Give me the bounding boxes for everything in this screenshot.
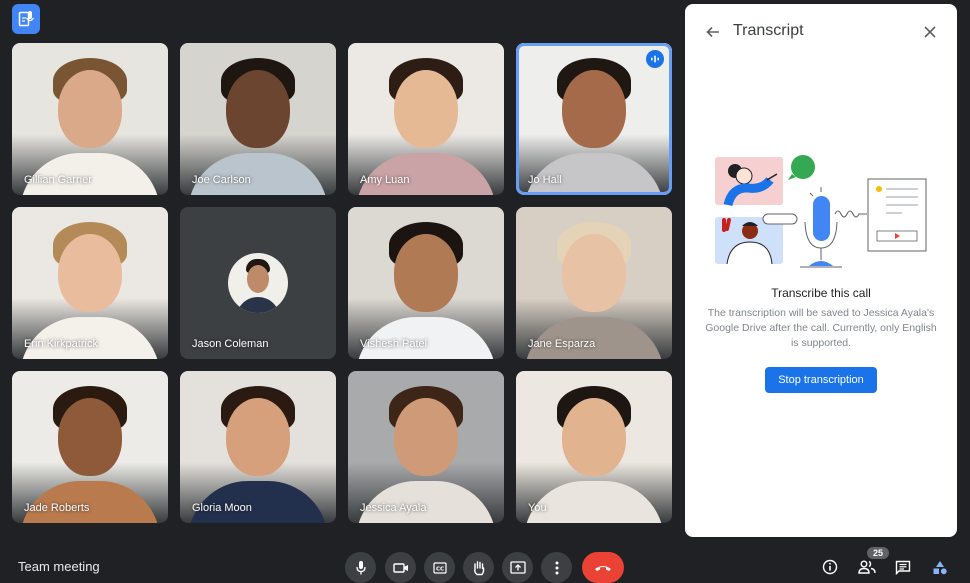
panel-heading: Transcribe this call [771, 286, 871, 300]
info-icon [822, 559, 838, 575]
panel-title: Transcript [733, 22, 804, 39]
participant-video-face [58, 398, 122, 477]
speaking-indicator-icon [646, 50, 664, 68]
arrow-back-icon [706, 26, 719, 38]
participant-avatar [228, 253, 288, 313]
participant-video-face [226, 398, 290, 477]
panel-header: Transcript [685, 18, 957, 46]
back-button[interactable] [701, 20, 725, 44]
stop-transcription-button[interactable]: Stop transcription [765, 367, 877, 393]
camera-button[interactable] [385, 552, 416, 583]
participant-name: Amy Luan [360, 174, 410, 186]
participant-video-face [562, 70, 626, 149]
participant-video-face [394, 234, 458, 313]
participant-video-face [394, 70, 458, 149]
participant-name: Erin Kirkpatrick [24, 338, 98, 350]
transcription-illustration [715, 155, 927, 268]
raise-hand-button[interactable] [463, 552, 494, 583]
phone-hangup-icon [595, 565, 611, 571]
participant-video-face [394, 398, 458, 477]
participant-name: Gloria Moon [192, 502, 252, 514]
participant-tile[interactable]: Vishesh Patel [348, 207, 504, 359]
participant-video-face [226, 70, 290, 149]
microphone-button[interactable] [345, 552, 376, 583]
participant-name: Jo Hall [528, 174, 562, 186]
close-panel-button[interactable] [918, 20, 942, 44]
more-vert-icon [555, 561, 558, 574]
close-icon [924, 26, 936, 38]
participant-tile[interactable]: Jessica Ayala [348, 371, 504, 523]
end-call-button[interactable] [582, 552, 624, 583]
more-options-button[interactable] [541, 552, 572, 583]
meeting-name: Team meeting [18, 559, 100, 574]
participant-tile[interactable]: Jo Hall [516, 43, 672, 195]
transcript-indicator-button[interactable] [12, 4, 40, 34]
chat-button[interactable] [892, 557, 914, 577]
people-button[interactable] [856, 557, 878, 577]
participant-tile[interactable]: Gloria Moon [180, 371, 336, 523]
hand-icon [473, 560, 484, 575]
transcript-icon [18, 11, 34, 27]
camera-icon [392, 562, 408, 573]
participant-name: Jessica Ayala [360, 502, 427, 514]
svg-text:CC: CC [436, 566, 444, 572]
participant-name: Jane Esparza [528, 338, 596, 350]
participant-tile[interactable]: Joe Carlson [180, 43, 336, 195]
activities-icon [933, 560, 947, 574]
participant-name: Gillian Garner [24, 174, 92, 186]
activities-button[interactable] [929, 557, 951, 577]
captions-icon: CC [432, 561, 447, 574]
people-icon [858, 560, 876, 574]
present-button[interactable] [502, 552, 533, 583]
participant-video-face [58, 70, 122, 149]
microphone-icon [355, 560, 366, 574]
participant-video-face [562, 234, 626, 313]
participant-name: Vishesh Patel [360, 338, 428, 350]
participants-count-badge: 25 [867, 547, 889, 559]
participant-tile[interactable]: You [516, 371, 672, 523]
participant-video-face [58, 234, 122, 313]
meeting-details-button[interactable] [819, 557, 841, 577]
participant-name: Jade Roberts [24, 502, 90, 514]
panel-description: The transcription will be saved to Jessi… [705, 307, 937, 349]
participant-tile[interactable]: Jane Esparza [516, 207, 672, 359]
participant-name: You [528, 502, 547, 514]
participant-tile[interactable]: Jade Roberts [12, 371, 168, 523]
participant-tile[interactable]: Amy Luan [348, 43, 504, 195]
participant-tile[interactable]: Erin Kirkpatrick [12, 207, 168, 359]
transcript-panel: Transcript Transcribe this call The tran… [685, 4, 957, 537]
chat-icon [895, 560, 911, 575]
participant-video-face [562, 398, 626, 477]
present-icon [509, 561, 526, 574]
captions-button[interactable]: CC [424, 552, 455, 583]
participant-tile[interactable]: Gillian Garner [12, 43, 168, 195]
participant-name: Jason Coleman [192, 338, 269, 350]
participant-name: Joe Carlson [192, 174, 251, 186]
participant-tile[interactable]: Jason Coleman [180, 207, 336, 359]
